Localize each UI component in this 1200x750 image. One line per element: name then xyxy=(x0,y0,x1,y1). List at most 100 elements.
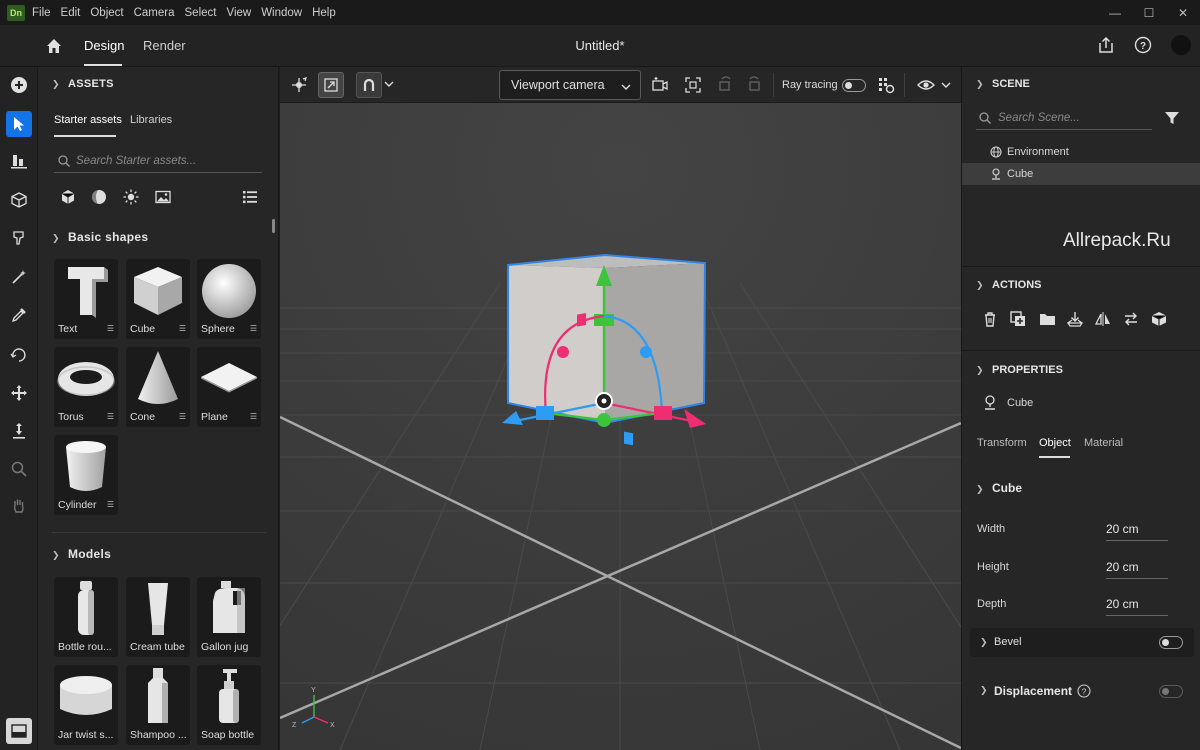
swap-icon[interactable] xyxy=(1123,311,1139,327)
filter-materials-icon[interactable] xyxy=(91,189,107,205)
adjust-icon[interactable]: ☰ xyxy=(250,412,257,421)
magic-wand-tool[interactable] xyxy=(6,264,32,290)
cube-group-header[interactable]: ❯ Cube xyxy=(976,481,1022,495)
orbit-tool[interactable] xyxy=(6,342,32,368)
menu-camera[interactable]: Camera xyxy=(134,7,175,19)
scene-item-cube[interactable]: Cube xyxy=(962,163,1200,185)
viewport-canvas[interactable]: Y X Z xyxy=(280,103,961,750)
tab-render[interactable]: Render xyxy=(143,38,186,53)
asset-tile-torus[interactable]: Torus ☰ xyxy=(54,347,118,427)
render-settings-icon[interactable] xyxy=(877,76,895,94)
share-icon[interactable] xyxy=(1097,36,1115,54)
info-help-icon[interactable]: ? xyxy=(1077,684,1091,698)
menu-file[interactable]: File xyxy=(32,7,51,19)
asset-tile-cone[interactable]: Cone ☰ xyxy=(126,347,190,427)
asset-tile-cube[interactable]: Cube ☰ xyxy=(126,259,190,339)
viewport[interactable]: Y X Z Viewport camera Ray tracing xyxy=(280,67,961,750)
duplicate-icon[interactable] xyxy=(1010,311,1026,327)
adjust-icon[interactable]: ☰ xyxy=(250,324,257,333)
snap-button[interactable] xyxy=(356,72,382,98)
drop-to-ground-icon[interactable] xyxy=(1067,311,1083,327)
eye-icon[interactable] xyxy=(917,77,935,93)
adjust-icon[interactable]: ☰ xyxy=(107,324,114,333)
camera-add-icon[interactable] xyxy=(651,76,669,94)
asset-tile-sphere[interactable]: Sphere ☰ xyxy=(197,259,261,339)
asset-tile-gallon-jug[interactable]: Gallon jug xyxy=(197,577,261,657)
add-tool[interactable] xyxy=(6,72,32,98)
tab-libraries[interactable]: Libraries xyxy=(130,114,172,126)
menu-window[interactable]: Window xyxy=(261,7,302,19)
width-field[interactable]: 20 cm xyxy=(1106,522,1168,541)
paint-tool[interactable] xyxy=(6,225,32,251)
tab-transform[interactable]: Transform xyxy=(977,437,1027,449)
move-tool[interactable] xyxy=(6,380,32,406)
delete-icon[interactable] xyxy=(982,311,998,327)
tab-starter-assets[interactable]: Starter assets xyxy=(54,114,122,126)
close-button[interactable]: ✕ xyxy=(1166,0,1200,25)
list-view-icon[interactable] xyxy=(242,189,258,205)
displacement-section[interactable]: ❯ Displacement ? xyxy=(970,677,1194,706)
menu-help[interactable]: Help xyxy=(312,7,336,19)
scene-item-environment[interactable]: Environment xyxy=(962,141,1200,163)
align-tool[interactable] xyxy=(6,148,32,174)
avatar[interactable] xyxy=(1171,35,1191,55)
asset-tile-cream-tube[interactable]: Cream tube xyxy=(126,577,190,657)
redo-camera-icon[interactable] xyxy=(746,76,764,94)
asset-tile-cylinder[interactable]: Cylinder ☰ xyxy=(54,435,118,515)
actions-header[interactable]: ❯ ACTIONS xyxy=(976,279,1042,291)
convert-to-model-icon[interactable] xyxy=(1151,311,1168,327)
basic-shapes-header[interactable]: ❯ Basic shapes xyxy=(52,230,148,244)
frame-selection-icon[interactable] xyxy=(684,76,702,94)
adjust-icon[interactable]: ☰ xyxy=(107,412,114,421)
properties-header[interactable]: ❯ PROPERTIES xyxy=(976,364,1063,376)
assets-search[interactable]: Search Starter assets... xyxy=(54,149,262,173)
adjust-icon[interactable]: ☰ xyxy=(179,324,186,333)
minimize-button[interactable]: — xyxy=(1098,0,1132,25)
asset-tile-bottle-round[interactable]: Bottle rou... xyxy=(54,577,118,657)
scene-header[interactable]: ❯ SCENE xyxy=(976,78,1030,90)
models-header[interactable]: ❯ Models xyxy=(52,547,111,561)
adjust-icon[interactable]: ☰ xyxy=(107,500,114,509)
bevel-section[interactable]: ❯ Bevel xyxy=(970,628,1194,657)
menu-edit[interactable]: Edit xyxy=(61,7,81,19)
asset-tile-soap-bottle[interactable]: Soap bottle xyxy=(197,665,261,745)
asset-tile-jar-twist[interactable]: Jar twist s... xyxy=(54,665,118,745)
filter-models-icon[interactable] xyxy=(60,189,76,205)
help-icon[interactable]: ? xyxy=(1134,36,1152,54)
menu-object[interactable]: Object xyxy=(90,7,123,19)
model-tool[interactable] xyxy=(6,187,32,213)
undo-camera-icon[interactable] xyxy=(716,76,734,94)
viewport-camera-select[interactable]: Viewport camera xyxy=(499,70,641,100)
transform-toggle-button[interactable] xyxy=(318,72,344,98)
select-mode-icon[interactable] xyxy=(290,76,308,94)
depth-field[interactable]: 20 cm xyxy=(1106,597,1168,616)
bevel-toggle[interactable] xyxy=(1159,636,1183,649)
displacement-toggle[interactable] xyxy=(1159,685,1183,698)
home-icon[interactable] xyxy=(44,36,64,56)
chevron-down-icon[interactable] xyxy=(384,80,394,88)
assets-header[interactable]: ❯ ASSETS xyxy=(52,78,114,90)
maximize-button[interactable]: ☐ xyxy=(1132,0,1166,25)
tab-material[interactable]: Material xyxy=(1084,437,1123,449)
asset-tile-shampoo[interactable]: Shampoo ... xyxy=(126,665,190,745)
menu-select[interactable]: Select xyxy=(185,7,217,19)
asset-tile-plane[interactable]: Plane ☰ xyxy=(197,347,261,427)
tab-design[interactable]: Design xyxy=(84,38,124,53)
filter-images-icon[interactable] xyxy=(155,189,171,205)
filter-lights-icon[interactable] xyxy=(123,189,139,205)
assets-scrollbar[interactable] xyxy=(272,219,275,233)
scene-search[interactable]: Search Scene... xyxy=(976,106,1152,130)
select-tool[interactable] xyxy=(6,111,32,137)
asset-tile-text[interactable]: Text ☰ xyxy=(54,259,118,339)
group-folder-icon[interactable] xyxy=(1039,311,1056,327)
menu-view[interactable]: View xyxy=(226,7,251,19)
pan-tool[interactable] xyxy=(6,493,32,519)
ray-tracing-toggle[interactable] xyxy=(842,79,866,92)
eyedropper-tool[interactable] xyxy=(6,302,32,328)
zoom-tool[interactable] xyxy=(6,456,32,482)
adjust-icon[interactable]: ☰ xyxy=(179,412,186,421)
panel-toggle-tool[interactable] xyxy=(6,718,32,744)
height-field[interactable]: 20 cm xyxy=(1106,560,1168,579)
drop-to-ground-tool[interactable] xyxy=(6,418,32,444)
tab-object[interactable]: Object xyxy=(1039,437,1071,449)
